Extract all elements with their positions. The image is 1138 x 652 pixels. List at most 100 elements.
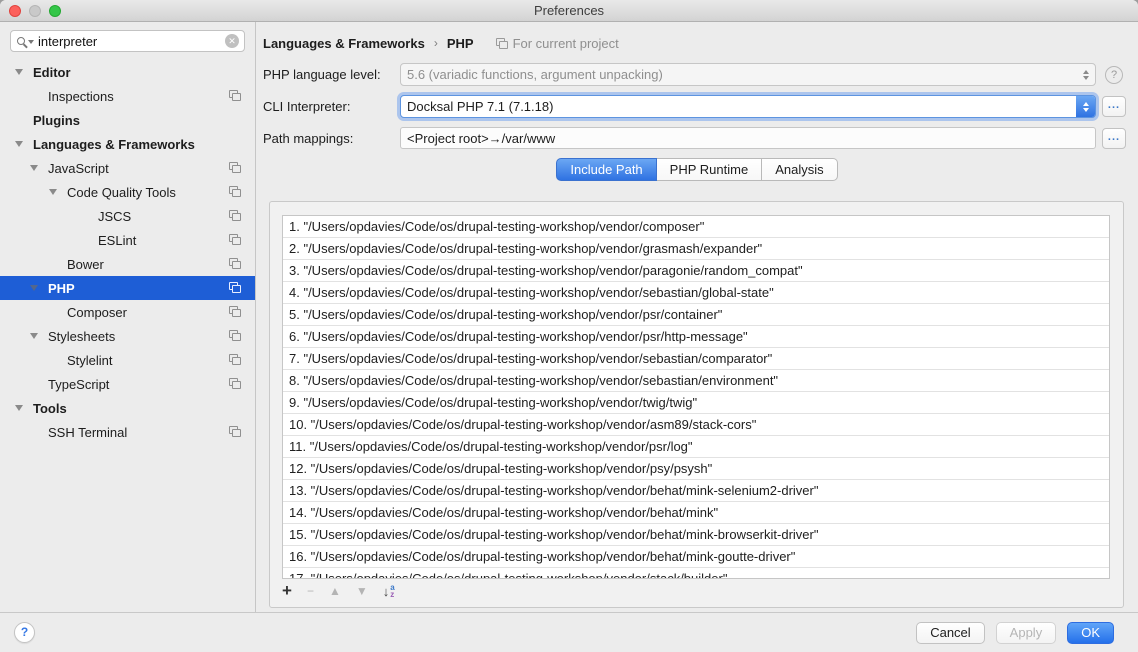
search-field[interactable] [10,30,245,52]
include-path-row[interactable]: 13. "/Users/opdavies/Code/os/drupal-test… [283,480,1109,502]
sidebar-item-bower[interactable]: Bower [0,252,255,276]
sidebar-item-tools[interactable]: Tools [0,396,255,420]
expand-arrow-icon[interactable] [30,165,38,171]
sidebar-item-label: Editor [33,65,71,80]
sidebar-item-ssh-terminal[interactable]: SSH Terminal [0,420,255,444]
list-toolbar: + − ▲ ▼ ↓ a z [282,581,395,601]
expand-arrow-icon[interactable] [30,333,38,339]
expand-arrow-icon[interactable] [15,69,23,75]
settings-tabs: Include Path PHP Runtime Analysis [256,158,1138,181]
cli-interpreter-browse-button[interactable]: ... [1102,96,1126,117]
tab-include-path[interactable]: Include Path [556,158,656,181]
per-project-icon [229,282,241,294]
path-mappings-browse-button[interactable]: ... [1102,128,1126,149]
include-path-row[interactable]: 11. "/Users/opdavies/Code/os/drupal-test… [283,436,1109,458]
breadcrumb: Languages & Frameworks › PHP For current… [263,33,1138,53]
include-path-row[interactable]: 4. "/Users/opdavies/Code/os/drupal-testi… [283,282,1109,304]
path-mappings-field[interactable]: <Project root>→/var/www [400,127,1096,149]
per-project-icon [229,354,241,366]
help-button[interactable]: ? [14,622,35,643]
per-project-icon [229,210,241,222]
per-project-icon [496,37,508,49]
search-icon[interactable] [17,37,25,45]
sidebar-item-label: SSH Terminal [48,425,127,440]
sidebar-item-inspections[interactable]: Inspections [0,84,255,108]
include-path-list[interactable]: 1. "/Users/opdavies/Code/os/drupal-testi… [282,215,1110,579]
include-path-row[interactable]: 9. "/Users/opdavies/Code/os/drupal-testi… [283,392,1109,414]
tab-analysis[interactable]: Analysis [762,158,837,181]
per-project-icon [229,162,241,174]
include-path-row[interactable]: 8. "/Users/opdavies/Code/os/drupal-testi… [283,370,1109,392]
include-path-row[interactable]: 6. "/Users/opdavies/Code/os/drupal-testi… [283,326,1109,348]
sidebar-item-jscs[interactable]: JSCS [0,204,255,228]
search-input[interactable] [38,34,225,49]
include-path-row[interactable]: 2. "/Users/opdavies/Code/os/drupal-testi… [283,238,1109,260]
language-level-help-icon[interactable]: ? [1105,66,1123,84]
sidebar-item-plugins[interactable]: Plugins [0,108,255,132]
per-project-icon [229,306,241,318]
cancel-button[interactable]: Cancel [916,622,984,644]
sidebar-item-label: Stylelint [67,353,113,368]
expand-arrow-icon[interactable] [15,141,23,147]
sidebar-item-label: Languages & Frameworks [33,137,195,152]
window-title: Preferences [0,3,1138,18]
sidebar-item-php[interactable]: PHP [0,276,255,300]
cli-interpreter-select[interactable]: Docksal PHP 7.1 (7.1.18) [400,95,1096,118]
move-down-icon: ▼ [356,582,368,600]
include-path-row[interactable]: 12. "/Users/opdavies/Code/os/drupal-test… [283,458,1109,480]
sidebar-item-label: Tools [33,401,67,416]
language-level-label: PHP language level: [263,67,400,82]
breadcrumb-parent[interactable]: Languages & Frameworks [263,36,425,51]
window-controls [9,0,61,22]
sidebar-item-eslint[interactable]: ESLint [0,228,255,252]
sidebar-item-composer[interactable]: Composer [0,300,255,324]
include-path-row[interactable]: 17. "/Users/opdavies/Code/os/drupal-test… [283,568,1109,579]
tab-php-runtime[interactable]: PHP Runtime [657,158,763,181]
include-path-row[interactable]: 14. "/Users/opdavies/Code/os/drupal-test… [283,502,1109,524]
remove-path-icon: − [307,582,314,600]
sidebar-item-languages-frameworks[interactable]: Languages & Frameworks [0,132,255,156]
settings-tree: Editor InspectionsPlugins Languages & Fram… [0,56,255,444]
zoom-window-button[interactable] [49,5,61,17]
language-level-value: 5.6 (variadic functions, argument unpack… [407,67,1077,82]
sidebar-item-label: Stylesheets [48,329,115,344]
per-project-icon [229,378,241,390]
per-project-icon [229,90,241,102]
combo-dropdown-icon[interactable] [1076,96,1095,117]
expand-arrow-icon[interactable] [30,285,38,291]
include-path-row[interactable]: 7. "/Users/opdavies/Code/os/drupal-testi… [283,348,1109,370]
scope-indicator: For current project [496,36,619,51]
include-path-row[interactable]: 16. "/Users/opdavies/Code/os/drupal-test… [283,546,1109,568]
per-project-icon [229,186,241,198]
include-path-row[interactable]: 3. "/Users/opdavies/Code/os/drupal-testi… [283,260,1109,282]
sidebar-item-label: Code Quality Tools [67,185,176,200]
expand-arrow-icon[interactable] [49,189,57,195]
clear-search-icon[interactable] [225,34,239,48]
expand-arrow-icon[interactable] [15,405,23,411]
settings-content: Languages & Frameworks › PHP For current… [256,22,1138,612]
sidebar-item-stylelint[interactable]: Stylelint [0,348,255,372]
search-options-caret-icon[interactable] [28,40,34,44]
include-path-row[interactable]: 5. "/Users/opdavies/Code/os/drupal-testi… [283,304,1109,326]
sidebar-item-javascript[interactable]: JavaScript [0,156,255,180]
per-project-icon [229,234,241,246]
ok-button[interactable]: OK [1067,622,1114,644]
scope-label: For current project [513,36,619,51]
sidebar-item-editor[interactable]: Editor [0,60,255,84]
sidebar-item-typescript[interactable]: TypeScript [0,372,255,396]
settings-sidebar: Editor InspectionsPlugins Languages & Fram… [0,22,256,612]
include-path-row[interactable]: 10. "/Users/opdavies/Code/os/drupal-test… [283,414,1109,436]
include-path-row[interactable]: 15. "/Users/opdavies/Code/os/drupal-test… [283,524,1109,546]
close-window-button[interactable] [9,5,21,17]
sort-alphabetically-icon[interactable]: ↓ a z [383,584,395,599]
sidebar-item-label: Composer [67,305,127,320]
sidebar-item-stylesheets[interactable]: Stylesheets [0,324,255,348]
include-path-row[interactable]: 1. "/Users/opdavies/Code/os/drupal-testi… [283,216,1109,238]
title-bar: Preferences [0,0,1138,22]
sidebar-item-code-quality-tools[interactable]: Code Quality Tools [0,180,255,204]
breadcrumb-current: PHP [447,36,474,51]
sidebar-item-label: PHP [48,281,75,296]
move-up-icon: ▲ [329,582,341,600]
path-mappings-value: <Project root>→/var/www [407,131,555,146]
add-path-icon[interactable]: + [282,582,292,600]
